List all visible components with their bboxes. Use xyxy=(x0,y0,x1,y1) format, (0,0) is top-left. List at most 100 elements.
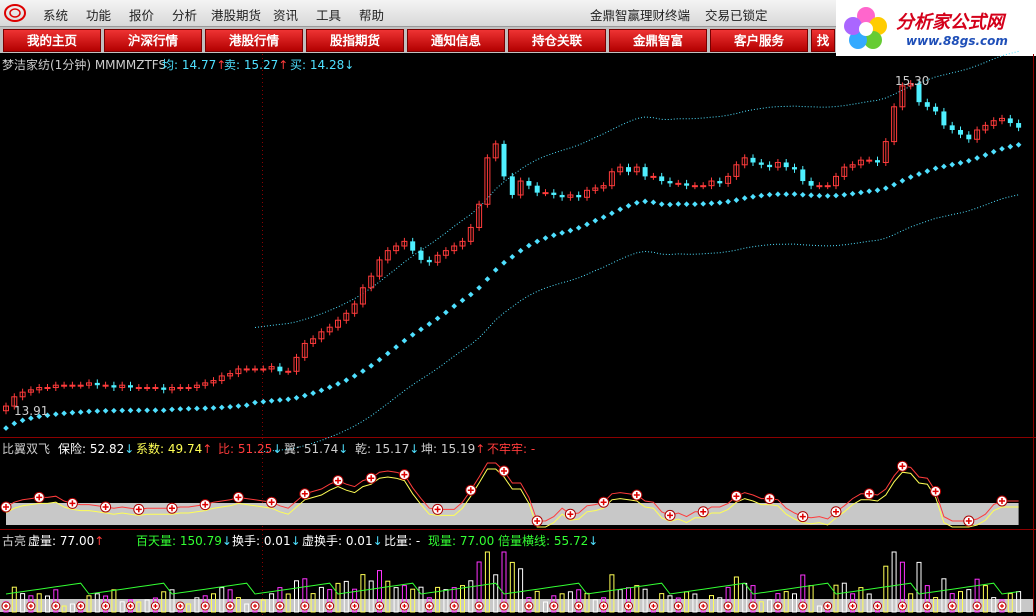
ma-dot xyxy=(741,195,748,201)
ma-dot xyxy=(368,362,375,369)
ma-dot xyxy=(19,417,26,424)
ma-dot xyxy=(476,284,482,291)
bulao-value: 不牢牢: - xyxy=(487,442,536,456)
ma-dot xyxy=(733,197,740,203)
signal-marker xyxy=(432,503,444,515)
candle-body xyxy=(526,181,532,186)
ma-dot xyxy=(318,387,325,394)
volume-ratio-value: 比量: - xyxy=(384,534,421,548)
candle-body xyxy=(285,370,292,373)
oscillator-panel xyxy=(0,460,1019,528)
ma-dot xyxy=(343,377,350,383)
ma-dot xyxy=(384,350,391,357)
signal-marker xyxy=(930,485,942,497)
ma-dot xyxy=(982,152,989,158)
current-volume-value: 现量: 77.00 xyxy=(428,534,495,548)
ma-dot xyxy=(393,344,399,350)
ma-dot xyxy=(841,191,848,198)
ma-dot xyxy=(924,168,931,174)
ma-dot xyxy=(135,407,142,414)
candle-body xyxy=(758,162,764,165)
candle-body xyxy=(816,185,823,188)
candle-body xyxy=(501,143,507,177)
avg-price-label: 均: 14.77↑ xyxy=(162,58,227,72)
turnover-value: 换手: 0.01↓ xyxy=(232,534,301,548)
ma-dot xyxy=(658,201,665,208)
ma-dot xyxy=(418,326,424,333)
candle-body xyxy=(700,185,707,188)
ma-dot xyxy=(144,407,150,414)
virtual-turnover-value: 虚换手: 0.01↓ xyxy=(302,534,383,548)
signal-marker xyxy=(33,491,45,503)
signal-marker xyxy=(598,496,610,508)
candle-body xyxy=(659,176,665,182)
candle-body xyxy=(800,169,806,182)
hundred-day-volume-value: 百天量: 150.79↓ xyxy=(136,534,232,548)
candle-body xyxy=(875,160,880,163)
ma-dot xyxy=(833,192,839,199)
ma-dot xyxy=(791,191,798,197)
signal-marker xyxy=(266,496,278,508)
candle-body xyxy=(542,192,549,195)
candle-body xyxy=(94,382,100,386)
ma-dot xyxy=(119,407,126,414)
candle-body xyxy=(924,102,930,107)
ma-dot xyxy=(899,177,906,184)
signal-marker xyxy=(199,499,211,511)
ma-dot xyxy=(11,420,18,427)
signal-marker xyxy=(299,488,311,500)
candle-body xyxy=(69,384,76,387)
candle-body xyxy=(128,385,133,388)
ma-dot xyxy=(326,384,333,391)
ma-dot xyxy=(816,192,823,199)
ma-dot xyxy=(243,402,250,409)
ma-dot xyxy=(650,199,657,206)
candle-body xyxy=(626,167,631,172)
insurance-value: 保险: 52.82↓ xyxy=(58,442,135,456)
candle-body xyxy=(185,387,192,390)
ma-dot xyxy=(177,406,184,412)
candle-body xyxy=(958,130,963,135)
candle-body xyxy=(808,181,814,186)
ma-dot xyxy=(451,303,458,309)
ma-dot xyxy=(227,404,233,410)
ma-dot xyxy=(808,192,814,199)
candle-body xyxy=(177,387,184,390)
ma-dot xyxy=(708,200,715,207)
candle-body xyxy=(767,164,773,168)
candle-body xyxy=(667,181,673,184)
signal-marker xyxy=(664,509,676,521)
vol-panel-title: 古亮 xyxy=(2,534,27,548)
ma-dot xyxy=(426,321,433,327)
ma-dot xyxy=(775,191,781,198)
signal-marker xyxy=(166,502,178,514)
candle-body xyxy=(111,385,117,388)
ma-dot xyxy=(592,217,599,224)
candlesticks xyxy=(3,80,1022,415)
signal-marker xyxy=(564,508,576,520)
ma-dot xyxy=(675,201,682,207)
signal-marker xyxy=(830,506,842,518)
ma-dot xyxy=(567,227,574,234)
ma-dot xyxy=(957,160,964,166)
candle-body xyxy=(691,185,698,188)
signal-marker xyxy=(963,515,975,527)
ma-dot xyxy=(526,242,532,249)
ma-dot xyxy=(858,189,864,196)
ma-dot xyxy=(293,394,300,401)
ma-dot xyxy=(492,267,499,273)
ma-dot xyxy=(750,193,756,200)
ma-dot xyxy=(542,235,549,241)
ma-dot xyxy=(949,161,956,168)
signal-marker xyxy=(232,491,244,503)
ma-dot xyxy=(609,210,615,217)
signal-marker xyxy=(631,489,643,501)
signal-marker xyxy=(896,460,908,472)
candle-body xyxy=(152,387,159,390)
candle-body xyxy=(684,183,690,186)
qian-value: 乾: 15.17↓ xyxy=(355,442,420,456)
ma-dot xyxy=(783,191,790,198)
ma-dot xyxy=(941,163,947,170)
ma-dot xyxy=(584,221,590,228)
ma-dot xyxy=(974,155,980,161)
